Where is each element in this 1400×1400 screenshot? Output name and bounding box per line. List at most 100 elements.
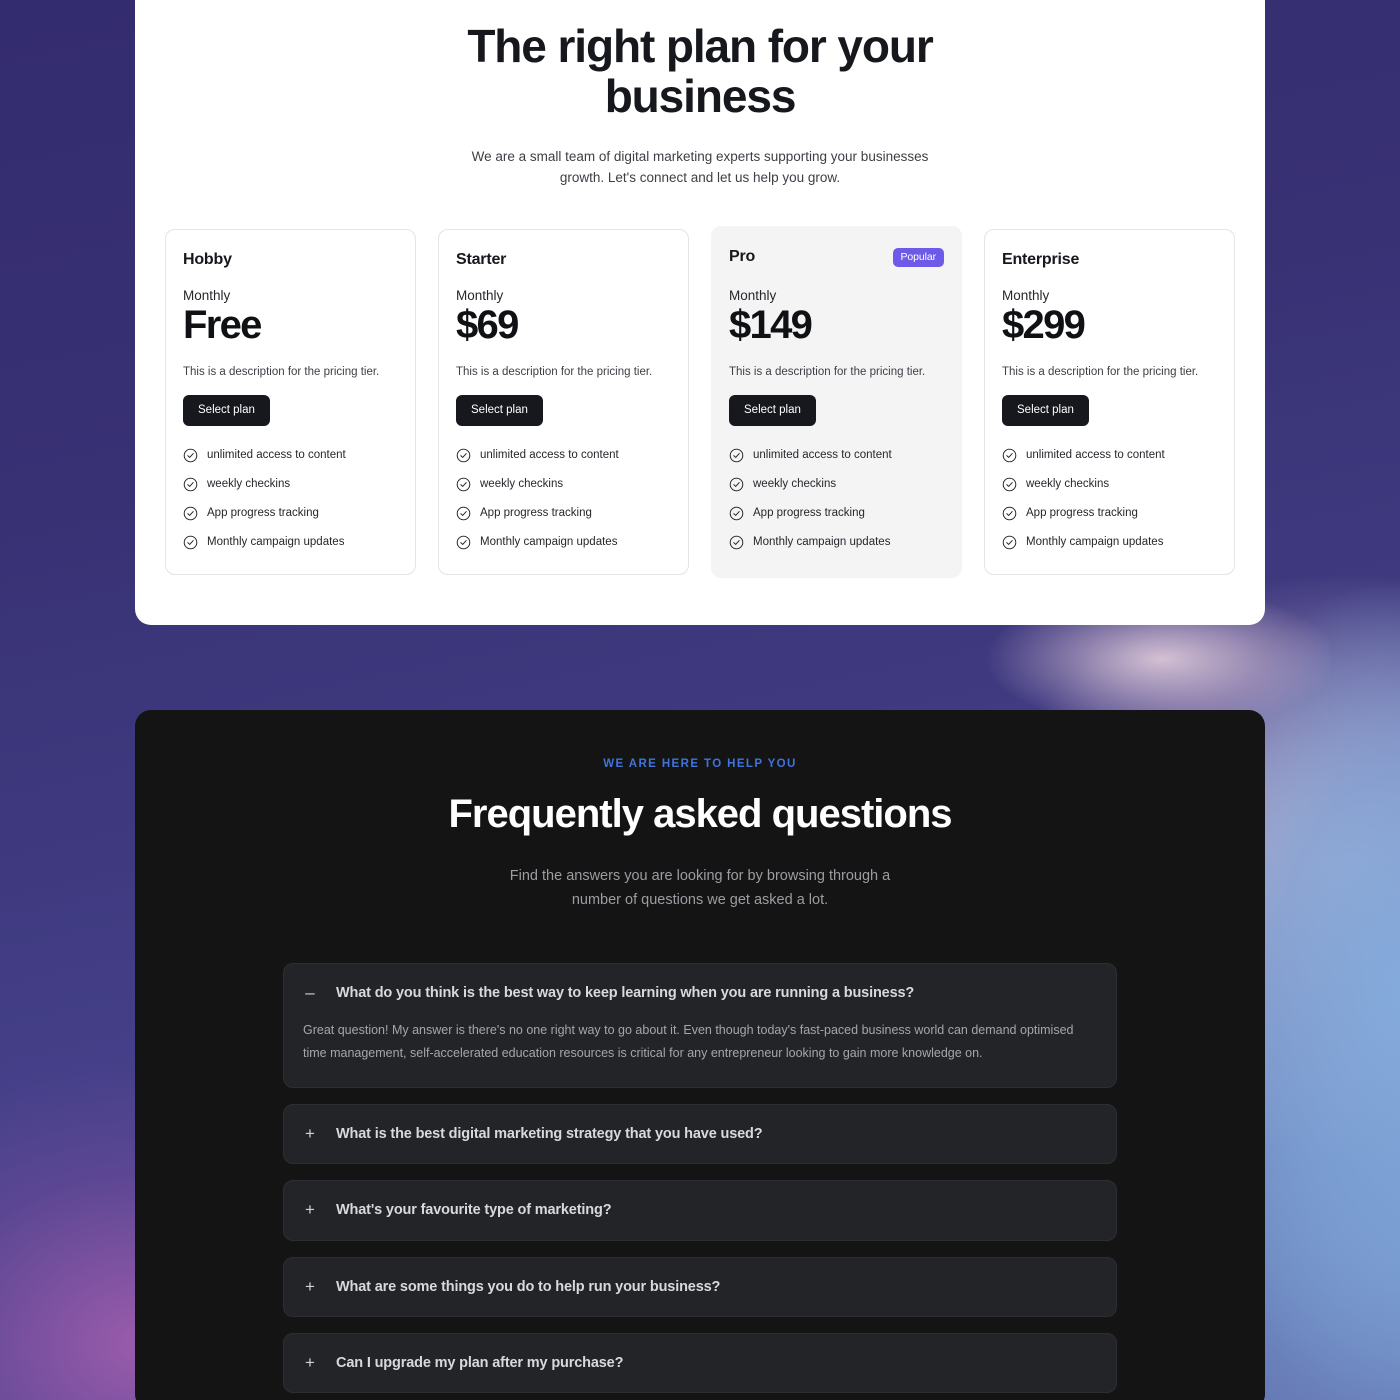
feature-label: unlimited access to content	[753, 449, 892, 462]
check-circle-icon	[729, 448, 744, 463]
feature-label: unlimited access to content	[480, 449, 619, 462]
select-plan-button[interactable]: Select plan	[183, 394, 270, 426]
plan-price: $149	[729, 303, 813, 348]
list-item: App progress tracking	[1002, 506, 1217, 521]
list-item: weekly checkins	[1002, 477, 1217, 492]
list-item: App progress tracking	[456, 506, 671, 521]
faq-panel: WE ARE HERE TO HELP YOU Frequently asked…	[135, 710, 1265, 1400]
faq-question: What do you think is the best way to kee…	[336, 984, 915, 1001]
feature-label: weekly checkins	[1026, 478, 1110, 491]
list-item: unlimited access to content	[729, 448, 944, 463]
plan-price: $299	[1002, 303, 1086, 348]
list-item: unlimited access to content	[183, 448, 398, 463]
check-circle-icon	[729, 506, 744, 521]
list-item: unlimited access to content	[456, 448, 671, 463]
check-circle-icon	[456, 477, 471, 492]
faq-question-row[interactable]: + What is the best digital marketing stra…	[303, 1125, 1096, 1143]
plan-name: Hobby	[183, 251, 232, 269]
select-plan-button[interactable]: Select plan	[456, 394, 543, 426]
faq-item[interactable]: + What's your favourite type of marketing…	[283, 1180, 1117, 1241]
check-circle-icon	[729, 535, 744, 550]
check-circle-icon	[729, 477, 744, 492]
faq-item[interactable]: + Can I upgrade my plan after my purchase…	[283, 1332, 1117, 1393]
feature-label: weekly checkins	[207, 478, 291, 491]
feature-label: unlimited access to content	[207, 449, 346, 462]
faq-eyebrow: WE ARE HERE TO HELP YOU	[603, 758, 797, 770]
faq-answer: Great question! My answer is there's no …	[303, 1022, 1074, 1060]
feature-label: App progress tracking	[1026, 507, 1138, 520]
faq-header: WE ARE HERE TO HELP YOU Frequently asked…	[135, 710, 1265, 913]
list-item: weekly checkins	[729, 477, 944, 492]
pricing-card-header: Enterprise	[1002, 250, 1217, 270]
faq-question: Can I upgrade my plan after my purchase?	[336, 1354, 624, 1371]
list-item: App progress tracking	[183, 506, 398, 521]
feature-label: unlimited access to content	[1026, 449, 1165, 462]
plus-icon[interactable]: +	[303, 1353, 317, 1372]
popular-badge: Popular	[892, 247, 944, 267]
check-circle-icon	[183, 535, 198, 550]
faq-item[interactable]: – What do you think is the best way to ke…	[283, 962, 1117, 1089]
billing-period: Monthly	[456, 288, 504, 304]
pricing-cards: Hobby Monthly Free This is a description fo…	[165, 226, 1235, 578]
pricing-card-header: Starter	[456, 250, 671, 270]
plan-description: This is a description for the pricing ti…	[729, 365, 926, 378]
select-plan-button[interactable]: Select plan	[1002, 394, 1089, 426]
list-item: weekly checkins	[183, 477, 398, 492]
check-circle-icon	[1002, 535, 1017, 550]
check-circle-icon	[1002, 506, 1017, 521]
feature-label: Monthly campaign updates	[1026, 536, 1164, 549]
faq-question-row[interactable]: + What are some things you do to help run…	[303, 1277, 1096, 1296]
plan-description: This is a description for the pricing ti…	[1002, 365, 1199, 378]
feature-label: Monthly campaign updates	[480, 536, 618, 549]
plan-feature-list: unlimited access to content weekly checki…	[456, 448, 671, 550]
faq-item[interactable]: + What are some things you do to help run…	[283, 1256, 1117, 1317]
list-item: weekly checkins	[456, 477, 671, 492]
faq-question-row[interactable]: + What's your favourite type of marketing…	[303, 1201, 1096, 1219]
list-item: unlimited access to content	[1002, 448, 1217, 463]
list-item: Monthly campaign updates	[729, 535, 944, 550]
plan-name: Pro	[729, 248, 756, 266]
feature-label: weekly checkins	[753, 478, 837, 491]
check-circle-icon	[456, 535, 471, 550]
check-circle-icon	[1002, 477, 1017, 492]
pricing-card-enterprise: Enterprise Monthly $299 This is a descripti…	[984, 229, 1235, 575]
feature-label: App progress tracking	[480, 507, 592, 520]
faq-question-row[interactable]: + Can I upgrade my plan after my purchase…	[303, 1353, 1096, 1372]
faq-subtitle: Find the answers you are looking for by …	[509, 868, 891, 909]
list-item: Monthly campaign updates	[1002, 535, 1217, 550]
faq-question: What are some things you do to help run …	[336, 1278, 721, 1295]
pricing-subtitle: We are a small team of digital marketing…	[471, 149, 929, 186]
plus-icon[interactable]: +	[303, 1125, 317, 1143]
faq-title: Frequently asked questions	[448, 792, 952, 836]
feature-label: App progress tracking	[753, 507, 865, 520]
plan-description: This is a description for the pricing ti…	[456, 365, 653, 378]
pricing-card-starter: Starter Monthly $69 This is a description f…	[438, 229, 689, 575]
faq-question: What is the best digital marketing strat…	[336, 1126, 763, 1143]
billing-period: Monthly	[729, 288, 777, 304]
check-circle-icon	[456, 506, 471, 521]
feature-label: Monthly campaign updates	[207, 536, 345, 549]
plan-price: $69	[456, 303, 519, 348]
faq-question: What's your favourite type of marketing?	[336, 1202, 612, 1219]
plus-icon[interactable]: +	[303, 1277, 317, 1296]
minus-icon[interactable]: –	[303, 983, 317, 1002]
billing-period: Monthly	[183, 288, 231, 304]
plan-feature-list: unlimited access to content weekly checki…	[183, 448, 398, 550]
feature-label: weekly checkins	[480, 478, 564, 491]
faq-item[interactable]: + What is the best digital marketing stra…	[283, 1104, 1117, 1165]
check-circle-icon	[1002, 448, 1017, 463]
plan-price: Free	[183, 303, 262, 348]
pricing-card-hobby: Hobby Monthly Free This is a description fo…	[165, 229, 416, 575]
pricing-header: The right plan for your business We are …	[165, 0, 1235, 189]
pricing-card-pro: Pro Popular Monthly $149 This is a descripti…	[711, 226, 962, 578]
check-circle-icon	[456, 448, 471, 463]
list-item: App progress tracking	[729, 506, 944, 521]
plus-icon[interactable]: +	[303, 1201, 317, 1219]
plan-description: This is a description for the pricing ti…	[183, 365, 380, 378]
check-circle-icon	[183, 506, 198, 521]
faq-question-row[interactable]: – What do you think is the best way to ke…	[303, 983, 1096, 1002]
select-plan-button[interactable]: Select plan	[729, 394, 816, 426]
plan-feature-list: unlimited access to content weekly checki…	[729, 448, 944, 550]
faq-list: – What do you think is the best way to ke…	[283, 962, 1117, 1400]
feature-label: Monthly campaign updates	[753, 536, 891, 549]
